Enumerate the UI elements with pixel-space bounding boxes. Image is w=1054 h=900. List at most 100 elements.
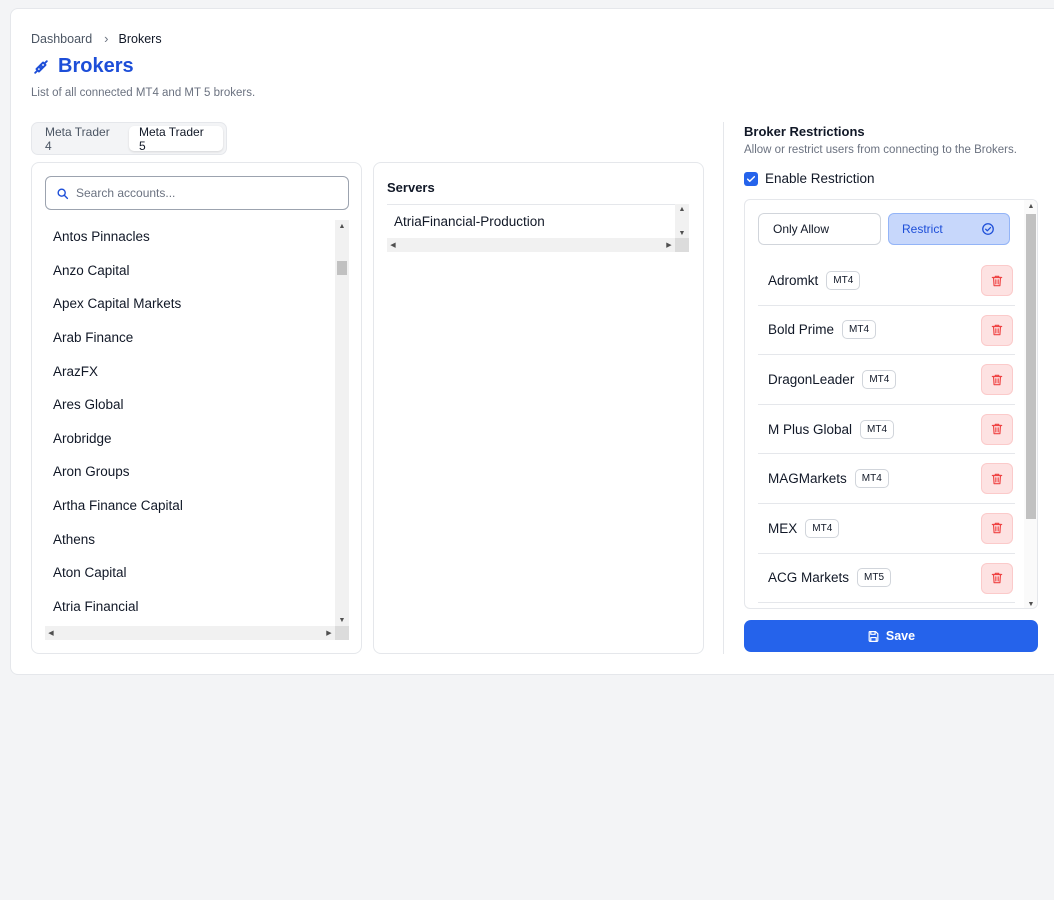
- accounts-vertical-scrollbar[interactable]: ▲ ▼: [335, 220, 349, 626]
- server-item[interactable]: AtriaFinancial-Production: [387, 204, 677, 238]
- breadcrumb: Dashboard › Brokers: [31, 31, 162, 46]
- enable-restriction-label: Enable Restriction: [765, 171, 875, 186]
- scroll-up-arrow-icon[interactable]: ▲: [335, 220, 349, 232]
- broker-row: MEX MT4: [758, 504, 1015, 554]
- servers-horizontal-scrollbar[interactable]: ◀ ▶: [387, 238, 675, 252]
- delete-broker-button[interactable]: [981, 364, 1013, 396]
- restrict-button[interactable]: Restrict: [888, 213, 1010, 245]
- scroll-down-arrow-icon[interactable]: ▼: [335, 614, 349, 626]
- delete-broker-button[interactable]: [981, 512, 1013, 544]
- platform-badge: MT4: [854, 469, 889, 489]
- list-item[interactable]: Artha Finance Capital: [45, 489, 335, 523]
- list-item[interactable]: Arobridge: [45, 422, 335, 456]
- restrictions-subtitle: Allow or restrict users from connecting …: [744, 144, 1017, 156]
- accounts-panel: Antos Pinnacles Anzo Capital Apex Capita…: [31, 162, 362, 654]
- scrollbar-corner: [675, 238, 689, 252]
- scroll-right-arrow-icon[interactable]: ▶: [663, 238, 675, 252]
- trash-icon: [991, 473, 1003, 485]
- scrollbar-thumb[interactable]: [1026, 214, 1036, 519]
- restrict-label: Restrict: [902, 222, 943, 236]
- list-item[interactable]: Aron Groups: [45, 455, 335, 489]
- broker-name: Bold Prime: [768, 322, 835, 338]
- delete-broker-button[interactable]: [981, 562, 1013, 594]
- broker-name: Adromkt: [768, 272, 819, 288]
- broker-row: Bold Prime MT4: [758, 306, 1015, 356]
- scroll-right-arrow-icon[interactable]: ▶: [323, 626, 335, 640]
- platform-badge: MT4: [842, 320, 877, 340]
- trash-icon: [991, 572, 1003, 584]
- restrictions-title: Broker Restrictions: [744, 124, 865, 139]
- search-input[interactable]: [76, 186, 336, 200]
- platform-badge: MT4: [860, 419, 895, 439]
- scroll-left-arrow-icon[interactable]: ◀: [45, 626, 57, 640]
- save-label: Save: [885, 629, 916, 643]
- broker-row: Adromkt MT4: [758, 256, 1015, 306]
- tab-meta-trader-5[interactable]: Meta Trader 5: [129, 125, 223, 153]
- broker-name: M Plus Global: [768, 421, 853, 437]
- search-box: [45, 176, 349, 210]
- list-item[interactable]: Anzo Capital: [45, 254, 335, 288]
- restrictions-box: Only Allow Restrict Adromkt MT4 Bold Pri…: [744, 199, 1038, 609]
- scroll-up-arrow-icon[interactable]: ▲: [675, 204, 689, 214]
- page-subtitle: List of all connected MT4 and MT 5 broke…: [31, 87, 256, 99]
- accounts-horizontal-scrollbar[interactable]: ◀ ▶: [45, 626, 335, 640]
- servers-title: Servers: [387, 180, 435, 195]
- floppy-disk-icon: [868, 630, 879, 642]
- servers-vertical-scrollbar[interactable]: ▲ ▼: [675, 204, 689, 238]
- restricted-broker-list: Adromkt MT4 Bold Prime MT4 DragonLeader …: [758, 256, 1015, 604]
- accounts-list: Antos Pinnacles Anzo Capital Apex Capita…: [45, 220, 335, 626]
- page-header: Brokers: [31, 55, 134, 78]
- broker-row: M Plus Global MT4: [758, 405, 1015, 455]
- broker-row: DragonLeader MT4: [758, 355, 1015, 405]
- platform-badge: MT4: [862, 369, 897, 389]
- trash-icon: [991, 424, 1003, 435]
- restrictions-vertical-scrollbar[interactable]: ▲ ▼: [1024, 200, 1037, 608]
- scroll-left-arrow-icon[interactable]: ◀: [387, 238, 399, 252]
- breadcrumb-current: Brokers: [118, 31, 162, 46]
- platform-badge: MT5: [857, 568, 892, 588]
- list-item[interactable]: Athens: [45, 522, 335, 556]
- breadcrumb-dashboard-link[interactable]: Dashboard: [31, 32, 92, 46]
- check-icon: [746, 175, 756, 182]
- link-icon: [34, 59, 48, 74]
- list-item[interactable]: Antos Pinnacles: [45, 220, 335, 254]
- breadcrumb-separator: ›: [104, 31, 109, 46]
- platform-badge: MT4: [805, 518, 840, 538]
- scrollbar-corner: [335, 626, 349, 640]
- delete-broker-button[interactable]: [981, 265, 1013, 296]
- list-item[interactable]: Aton Capital: [45, 556, 335, 590]
- only-allow-button[interactable]: Only Allow: [758, 213, 881, 245]
- check-circle-icon: [982, 223, 994, 235]
- broker-row: MAGMarkets MT4: [758, 454, 1015, 504]
- trash-icon: [991, 324, 1003, 336]
- broker-name: DragonLeader: [768, 371, 855, 387]
- only-allow-label: Only Allow: [773, 222, 830, 236]
- broker-name: ACG Markets: [768, 570, 850, 586]
- section-divider: [723, 122, 724, 654]
- tab-meta-trader-4[interactable]: Meta Trader 4: [35, 125, 129, 153]
- list-item[interactable]: Apex Capital Markets: [45, 287, 335, 321]
- scroll-up-arrow-icon[interactable]: ▲: [1024, 200, 1037, 212]
- delete-broker-button[interactable]: [981, 314, 1013, 346]
- scroll-down-arrow-icon[interactable]: ▼: [1024, 598, 1037, 608]
- trash-icon: [991, 275, 1003, 286]
- scroll-down-arrow-icon[interactable]: ▼: [675, 228, 689, 238]
- platform-badge: MT4: [826, 270, 861, 290]
- list-item[interactable]: Atria Financial: [45, 590, 335, 624]
- servers-panel: Servers AtriaFinancial-Production ▲ ▼ ◀ …: [373, 162, 704, 654]
- list-item[interactable]: Arab Finance: [45, 321, 335, 355]
- trash-icon: [991, 374, 1003, 385]
- platform-tabs: Meta Trader 4 Meta Trader 5: [31, 122, 227, 155]
- delete-broker-button[interactable]: [981, 413, 1013, 445]
- broker-name: MEX: [768, 520, 798, 536]
- enable-restriction-checkbox[interactable]: [744, 171, 758, 186]
- broker-row: ACG Markets MT5: [758, 554, 1015, 604]
- delete-broker-button[interactable]: [981, 463, 1013, 495]
- broker-name: MAGMarkets: [768, 471, 847, 487]
- save-button[interactable]: Save: [744, 620, 1038, 652]
- list-item[interactable]: ArazFX: [45, 354, 335, 388]
- scrollbar-thumb[interactable]: [337, 261, 347, 275]
- page-title: Brokers: [58, 55, 134, 77]
- list-item[interactable]: Ares Global: [45, 388, 335, 422]
- enable-restriction-toggle[interactable]: Enable Restriction: [744, 171, 875, 186]
